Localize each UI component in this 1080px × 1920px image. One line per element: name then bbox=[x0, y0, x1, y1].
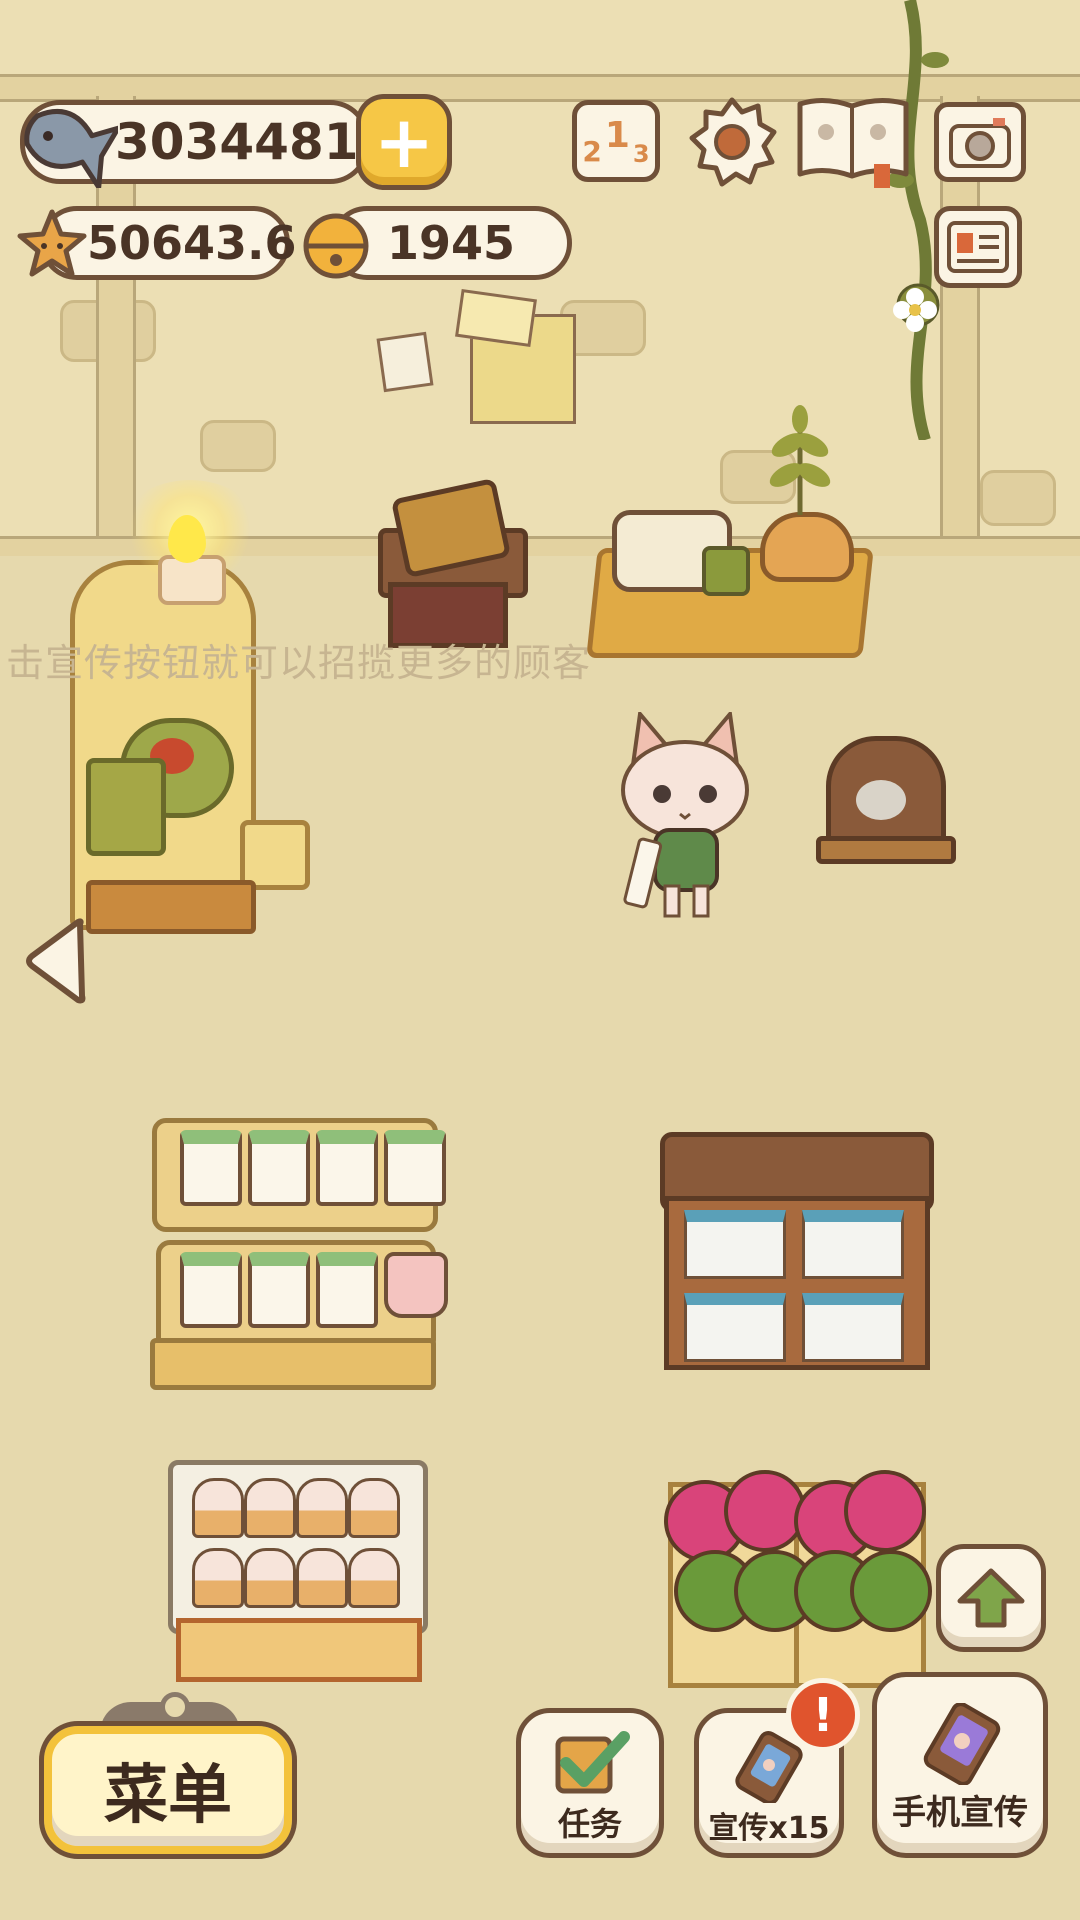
profile-card-button[interactable] bbox=[934, 206, 1022, 288]
menu-button-label: 菜单 bbox=[104, 1759, 232, 1833]
upgrade-button[interactable] bbox=[936, 1544, 1046, 1652]
plus-icon: + bbox=[373, 100, 435, 184]
fish-icon bbox=[24, 109, 118, 188]
jar bbox=[248, 1252, 310, 1328]
phone-promote-label: 手机宣传 bbox=[892, 1793, 1028, 1833]
jar-row bbox=[180, 1130, 446, 1206]
cat-face-emblem bbox=[856, 780, 906, 820]
jar bbox=[316, 1252, 378, 1328]
wall-note bbox=[376, 331, 434, 393]
promote-label: 宣传x15 bbox=[708, 1811, 830, 1846]
ranking-podium-icon: 2 1 3 bbox=[582, 115, 649, 168]
wall-stone bbox=[980, 470, 1056, 526]
plant-pot bbox=[760, 512, 854, 582]
gear-icon[interactable] bbox=[686, 96, 778, 188]
strawberry-cup bbox=[384, 1252, 448, 1318]
tasks-label: 任务 bbox=[557, 1805, 622, 1843]
left-arrow-icon[interactable] bbox=[22, 916, 88, 1006]
dessert-cup bbox=[192, 1478, 244, 1538]
jar bbox=[316, 1130, 378, 1206]
checkbox-icon bbox=[555, 1731, 630, 1794]
ranking-button[interactable]: 2 1 3 bbox=[572, 100, 660, 182]
dessert-cup bbox=[244, 1548, 296, 1608]
jar bbox=[180, 1252, 242, 1328]
wall-stone bbox=[200, 420, 276, 472]
clipboard-ring bbox=[160, 1692, 190, 1722]
cat-shopkeeper[interactable] bbox=[610, 712, 760, 920]
fruit bbox=[724, 1470, 806, 1552]
phone-icon bbox=[923, 1702, 1001, 1786]
promotion-hint-text: 击宣传按钮就可以招揽更多的顾客 bbox=[6, 641, 592, 685]
gift-box bbox=[86, 758, 166, 856]
milk-carton bbox=[684, 1210, 786, 1279]
alert-mark: ! bbox=[812, 1688, 834, 1742]
milk-carton bbox=[802, 1293, 904, 1362]
star-value: 50643.6 bbox=[87, 216, 297, 270]
fruit bbox=[844, 1470, 926, 1552]
exclamation-icon: ! bbox=[786, 1678, 860, 1752]
fish-coin-value: 3034481 bbox=[115, 113, 359, 171]
display-case-base bbox=[176, 1618, 422, 1682]
dessert-cup bbox=[244, 1478, 296, 1538]
milk-carton bbox=[802, 1210, 904, 1279]
dessert-cup bbox=[348, 1548, 400, 1608]
fruit-area bbox=[664, 1470, 932, 1640]
tea-cup bbox=[702, 546, 750, 596]
dessert-grid bbox=[192, 1478, 400, 1608]
milk-carton bbox=[684, 1293, 786, 1362]
bell-icon bbox=[303, 213, 369, 279]
sign-stand bbox=[816, 836, 956, 864]
wicker-shelf-base bbox=[150, 1338, 436, 1390]
jar-row bbox=[180, 1252, 448, 1328]
jar bbox=[248, 1130, 310, 1206]
add-fish-button[interactable]: + bbox=[356, 94, 452, 190]
jar bbox=[384, 1130, 446, 1206]
milk-grid bbox=[684, 1210, 904, 1362]
tasks-button[interactable]: 任务 bbox=[516, 1708, 664, 1858]
jar bbox=[180, 1130, 242, 1206]
ranking-third: 3 bbox=[632, 139, 650, 168]
dessert-cup bbox=[348, 1478, 400, 1538]
bell-value: 1945 bbox=[387, 216, 516, 270]
star-icon bbox=[17, 209, 87, 277]
wall-paper bbox=[455, 288, 537, 348]
up-arrow-icon bbox=[957, 1568, 1025, 1628]
candle bbox=[158, 555, 226, 605]
profile-card-icon bbox=[947, 221, 1009, 273]
vine-flower bbox=[893, 288, 937, 332]
fruit bbox=[850, 1550, 932, 1632]
dessert-cup bbox=[296, 1478, 348, 1538]
menu-button[interactable]: 菜单 bbox=[39, 1721, 297, 1859]
plant-leaves bbox=[769, 405, 831, 515]
dessert-cup bbox=[296, 1548, 348, 1608]
dessert-cup bbox=[192, 1548, 244, 1608]
ranking-second: 2 bbox=[582, 134, 602, 168]
ranking-first: 1 bbox=[604, 114, 630, 156]
phone-promote-button[interactable]: 手机宣传 bbox=[872, 1672, 1048, 1858]
camera-button[interactable] bbox=[934, 102, 1026, 182]
paw-book-icon[interactable] bbox=[794, 94, 914, 190]
camera-icon bbox=[949, 118, 1011, 168]
stump-base bbox=[86, 880, 256, 934]
